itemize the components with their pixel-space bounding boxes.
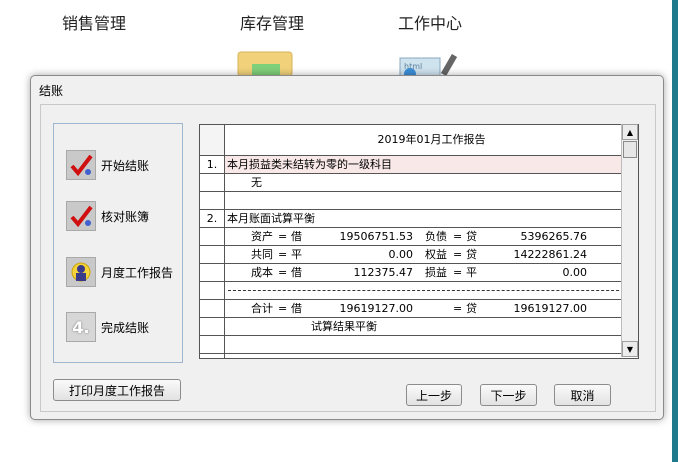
step-finish-closing: 4. 完成结账: [66, 310, 149, 344]
step-list: 开始结账 核对账簿 月度工作报告 4. 完成结账: [53, 123, 183, 363]
separator-cell: [225, 282, 638, 299]
scroll-thumb[interactable]: [623, 141, 637, 158]
balance-equals: =: [453, 230, 463, 243]
total-value: 19619127.00: [339, 302, 413, 315]
balance-equals: =: [278, 230, 288, 243]
balance-label: 共同: [251, 248, 273, 261]
balance-value: 5396265.76: [520, 230, 587, 243]
row-number: 2.: [206, 212, 218, 225]
balance-direction: 贷: [466, 230, 477, 243]
cancel-button[interactable]: 取消: [554, 384, 611, 406]
balance-direction: 借: [291, 266, 302, 279]
previous-step-button[interactable]: 上一步: [406, 384, 462, 406]
step-start-closing: 开始结账: [66, 148, 149, 182]
balance-cells: 成本 = 借 112375.47 损益 = 平 0.00: [225, 264, 638, 281]
balance-value: 19506751.53: [339, 230, 413, 243]
report-title: 2019年01月工作报告: [225, 125, 638, 156]
result-text: 试算结果平衡: [311, 320, 377, 333]
report-person-icon: [66, 257, 96, 287]
balance-cells: 资产 = 借 19506751.53 负债 = 贷 5396265.76: [225, 228, 638, 245]
total-label: 合计: [251, 302, 273, 315]
report-row: [200, 336, 638, 354]
balance-label: 资产: [251, 230, 273, 243]
separator-row: [200, 282, 638, 300]
balance-label: 权益: [425, 248, 447, 261]
report-row: [200, 192, 638, 210]
total-row: 合计 = 借 19619127.00 = 贷 19619127.00: [200, 300, 638, 318]
triangle-down-icon: ▼: [626, 344, 634, 354]
scroll-down-button[interactable]: ▼: [622, 341, 638, 357]
balance-direction: 借: [291, 230, 302, 243]
balance-value: 0.00: [388, 248, 414, 261]
balance-value: 14222861.24: [513, 248, 587, 261]
balance-equals: =: [278, 248, 288, 261]
number-4-icon: 4.: [66, 312, 96, 342]
report-scrollbar[interactable]: ▲ ▼: [621, 124, 638, 357]
balance-value: 112375.47: [353, 266, 414, 279]
balance-row: 成本 = 借 112375.47 损益 = 平 0.00: [200, 264, 638, 282]
work-report-grid[interactable]: 2019年01月工作报告 1. 本月损益类未结转为零的一级科目 无 2. 本月账…: [199, 124, 639, 359]
gutter-header: [200, 125, 224, 156]
balance-label: 成本: [251, 266, 273, 279]
result-cell: 试算结果平衡: [225, 318, 638, 335]
step-label: 核对账簿: [101, 209, 150, 224]
balance-label: 损益: [425, 266, 447, 279]
balance-value: 0.00: [562, 266, 588, 279]
report-row: 无: [200, 174, 638, 192]
dashed-separator: [228, 290, 634, 291]
triangle-up-icon: ▲: [626, 127, 634, 137]
step-monthly-report: 月度工作报告: [66, 255, 173, 289]
total-equals: =: [278, 302, 288, 315]
balance-direction: 贷: [466, 248, 477, 261]
total-value: 19619127.00: [513, 302, 587, 315]
balance-equals: =: [453, 248, 463, 261]
check-icon: [66, 201, 96, 231]
next-step-button[interactable]: 下一步: [480, 384, 537, 406]
total-direction: 贷: [466, 302, 477, 315]
balance-equals: =: [453, 266, 463, 279]
step-label: 开始结账: [101, 158, 150, 173]
step-label: 月度工作报告: [101, 265, 174, 280]
balance-cells: 共同 = 平 0.00 权益 = 贷 14222861.24: [225, 246, 638, 263]
total-direction: 借: [291, 302, 302, 315]
balance-label: 负债: [425, 230, 447, 243]
row-text: 本月账面试算平衡: [227, 212, 315, 225]
result-row: 试算结果平衡: [200, 318, 638, 336]
row-text: 本月损益类未结转为零的一级科目: [225, 156, 638, 173]
step-label: 完成结账: [101, 320, 150, 335]
dialog-title: 结账: [39, 84, 64, 98]
report-row: 1. 本月损益类未结转为零的一级科目: [200, 156, 638, 174]
step-check-ledger: 核对账簿: [66, 199, 149, 233]
closing-dialog: 结账 开始结账 核对账簿 月度工作报告 4. 完成结账 2019年01月工作报告…: [30, 75, 664, 420]
print-monthly-report-button[interactable]: 打印月度工作报告: [53, 379, 181, 401]
report-row: 2. 本月账面试算平衡: [200, 210, 638, 228]
desktop-label-inventory[interactable]: 库存管理: [240, 10, 304, 34]
scroll-up-button[interactable]: ▲: [622, 124, 638, 140]
check-icon: [66, 150, 96, 180]
row-number: 1.: [206, 158, 218, 171]
desktop-label-sales[interactable]: 销售管理: [62, 10, 126, 34]
balance-direction: 平: [291, 248, 302, 261]
row-text: 无: [251, 176, 262, 189]
total-cells: 合计 = 借 19619127.00 = 贷 19619127.00: [225, 300, 638, 317]
desktop-label-workcenter[interactable]: 工作中心: [398, 10, 462, 34]
balance-direction: 平: [466, 266, 477, 279]
total-equals: =: [453, 302, 463, 315]
balance-row: 资产 = 借 19506751.53 负债 = 贷 5396265.76: [200, 228, 638, 246]
window-edge: [672, 0, 678, 462]
balance-equals: =: [278, 266, 288, 279]
balance-row: 共同 = 平 0.00 权益 = 贷 14222861.24: [200, 246, 638, 264]
